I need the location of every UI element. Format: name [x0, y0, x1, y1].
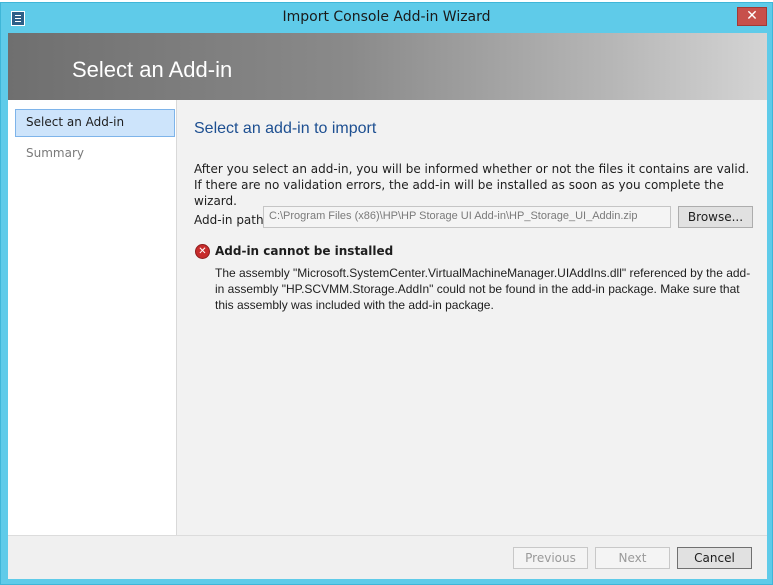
browse-button[interactable]: Browse...	[678, 206, 753, 228]
page-banner: Select an Add-in	[8, 33, 767, 100]
error-title: Add-in cannot be installed	[215, 244, 394, 258]
previous-button[interactable]: Previous	[513, 547, 588, 569]
wizard-client-area: Select an Add-in Select an Add-in Summar…	[8, 33, 767, 579]
window-title: Import Console Add-in Wizard	[282, 9, 491, 25]
title-bar[interactable]: Import Console Add-in Wizard ✕	[1, 3, 772, 33]
nav-step-summary[interactable]: Summary	[15, 140, 175, 168]
page-heading: Select an add-in to import	[194, 120, 377, 137]
error-icon: ✕	[195, 244, 210, 259]
cancel-button[interactable]: Cancel	[677, 547, 752, 569]
page-description: After you select an add-in, you will be …	[194, 162, 750, 208]
main-panel: Select an add-in to import After you sel…	[177, 100, 767, 535]
error-message: The assembly "Microsoft.SystemCenter.Vir…	[215, 266, 751, 312]
close-button[interactable]: ✕	[737, 7, 767, 26]
next-button[interactable]: Next	[595, 547, 670, 569]
wizard-window: Import Console Add-in Wizard ✕ Select an…	[0, 2, 773, 585]
banner-title: Select an Add-in	[72, 57, 233, 82]
addin-path-field[interactable]: C:\Program Files (x86)\HP\HP Storage UI …	[263, 206, 671, 228]
wizard-step-nav: Select an Add-in Summary	[8, 100, 177, 535]
nav-step-select-addin[interactable]: Select an Add-in	[15, 109, 175, 137]
close-icon: ✕	[746, 8, 758, 24]
addin-path-label: Add-in path:	[194, 213, 268, 227]
wizard-footer: Previous Next Cancel	[8, 535, 767, 579]
